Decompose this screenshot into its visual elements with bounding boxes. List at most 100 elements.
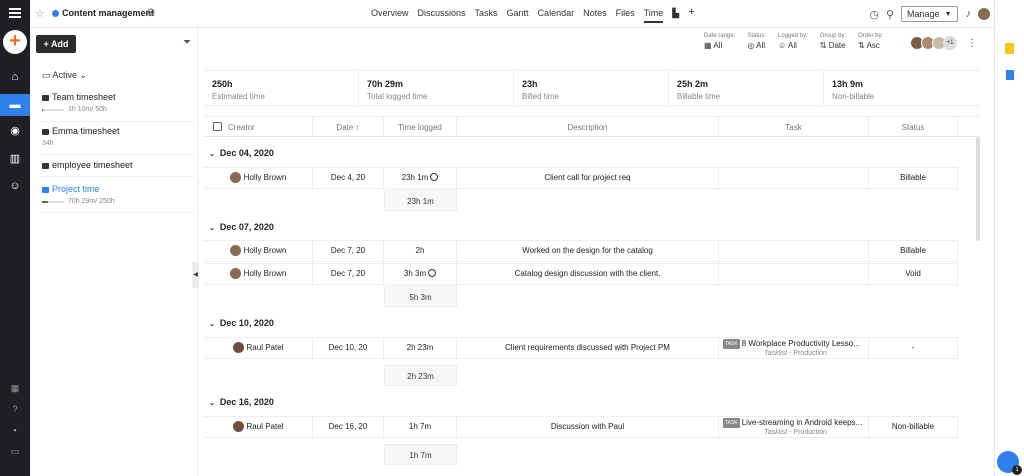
order-by-filter[interactable]: Order by: ⇅ Asc [858,33,883,50]
left-rail: + ⌂ ▬ ◉ ▥ ☺ ▦ ? ▪ ▭ [0,0,30,476]
timesheet-name: Team timesheet [52,92,116,102]
timesheet-panel: + Add ⏷ ▭ Active ⌄ Team timesheet 1h 10m… [30,28,198,476]
task-link[interactable]: TASK 8 Workplace Productivity Lesso... Ta… [719,338,869,360]
tab-discussions[interactable]: Discussions [418,8,466,23]
date-range-filter[interactable]: Date range: ▦ All [704,33,735,50]
column-task[interactable]: Task [719,117,869,138]
projects-folder-icon[interactable]: ▬ [0,94,30,116]
chevron-down-icon: ⌄ [209,225,215,232]
add-label: Add [50,39,69,49]
time-log-table: ⌄ Dec 04, 2020 Holly Brown Dec 4, 20 23h … [204,137,980,476]
column-status[interactable]: Status [869,117,958,138]
timesheet-item-team[interactable]: Team timesheet 1h 10m/ 50h [40,92,194,122]
timer-icon[interactable]: ◷ [869,8,879,21]
select-all-checkbox[interactable] [213,122,222,131]
timer-icon[interactable] [430,173,439,181]
sort-up-icon: ↑ [355,123,360,132]
timesheet-item-project-time[interactable]: Project time 70h 29m/ 250h [40,184,194,213]
project-title[interactable]: Content management [62,8,154,18]
reports-chart-icon[interactable]: ▥ [0,148,30,170]
tab-gantt[interactable]: Gantt [507,8,529,23]
member-avatars[interactable]: +1 [910,36,957,50]
stat-total-logged: 70h 29m Total logged time [359,71,514,105]
task-tag: TASK [723,339,740,349]
people-icon[interactable]: ☺ [0,175,30,197]
group-header[interactable]: ⌄ Dec 07, 2020 [209,222,274,232]
avatar [229,245,241,256]
more-members-count: +1 [943,36,957,50]
scrollbar[interactable] [976,137,980,241]
group-subtotal: 23h 1m [384,190,457,211]
column-creator[interactable]: Creator [204,117,313,138]
timer-icon[interactable] [428,269,437,277]
stat-non-billable: 13h 9m Non-billable [832,79,875,101]
column-description[interactable]: Description [457,117,719,138]
column-time-logged[interactable]: Time logged [384,117,457,138]
column-date[interactable]: Date ↑ [313,117,384,138]
chevron-down-icon: ⌄ [209,151,215,158]
avatar [232,421,244,432]
group-by-filter[interactable]: Group by: ⇅ Date [820,33,846,50]
collapse-panel-toggle[interactable]: ◀ [192,262,199,288]
group-subtotal: 2h 23m [384,365,457,386]
chat-icon[interactable]: ▪ [0,419,30,441]
timesheet-sub: 70h 29m/ 250h [68,198,115,205]
group-subtotal: 5h 3m [384,286,457,307]
desktop-icon[interactable]: ▭ [0,440,30,462]
stat-estimated: 250h Estimated time [204,71,359,105]
menu-icon[interactable] [9,8,21,18]
filter-bar: Date range: ▦ All Status: ◎ All Logged by:… [704,33,895,50]
top-bar: ☆ Content management ⚙ Overview Discussi… [30,0,994,28]
tab-files[interactable]: Files [616,8,635,23]
help-icon[interactable]: ? [0,398,30,420]
notes-icon[interactable] [1005,43,1014,54]
table-row[interactable]: Raul Patel Dec 16, 20 1h 7m Discussion w… [204,416,958,439]
create-new-button[interactable]: + [3,30,27,54]
timesheet-item-emma[interactable]: Emma timesheet 34h [40,126,194,155]
project-settings-icon[interactable]: ⚙ [146,6,156,19]
active-filter-dropdown[interactable]: ▭ Active ⌄ [42,70,87,81]
tab-time[interactable]: Time [643,8,664,23]
avatar[interactable] [978,8,990,20]
active-filter-label: Active [52,70,78,80]
filter-icon[interactable]: ⏷ [183,37,191,48]
status-filter[interactable]: Status: ◎ All [747,33,766,50]
group-header[interactable]: ⌄ Dec 10, 2020 [209,318,274,328]
tab-tasks[interactable]: Tasks [475,8,498,23]
app-root: + ⌂ ▬ ◉ ▥ ☺ ▦ ? ▪ ▭ ☆ Content management… [0,0,1024,476]
table-row[interactable]: Holly Brown Dec 7, 20 2h Worked on the d… [204,240,958,263]
tab-calendar[interactable]: Calendar [538,8,575,23]
reports-chart-icon[interactable]: ▙ [672,8,679,23]
group-header[interactable]: ⌄ Dec 04, 2020 [209,148,274,158]
table-row[interactable]: Raul Patel Dec 10, 20 2h 23m Client requ… [204,337,958,360]
star-icon[interactable]: ☆ [35,7,45,20]
task-link[interactable]: TASK Live-streaming in Android keeps... T… [719,417,869,439]
timesheet-name: Emma timesheet [52,126,120,136]
keyboard-icon[interactable]: ▦ [0,377,30,399]
bookmark-icon[interactable] [1006,70,1014,80]
bell-icon[interactable]: ♪ [966,8,972,20]
home-icon[interactable]: ⌂ [0,66,30,88]
table-row[interactable]: Holly Brown Dec 7, 20 3h 3m Catalog desi… [204,263,958,286]
project-color-dot [52,10,59,17]
timesheet-name: Project time [52,184,100,194]
timesheet-name: employee timesheet [52,160,133,170]
search-icon[interactable]: ⚲ [886,8,894,21]
stat-billed: 23h Billed time [514,71,669,105]
progress-bar [42,200,64,203]
tab-overview[interactable]: Overview [371,8,409,23]
manage-label: Manage [907,9,940,19]
timesheet-item-employee[interactable]: employee timesheet [40,160,194,177]
logged-by-filter[interactable]: Logged by: ☺ All [778,33,808,50]
more-options-icon[interactable]: ⋮ [967,38,977,49]
timesheet-sub: 1h 10m/ 50h [68,106,107,113]
manage-dropdown[interactable]: Manage ▼ [901,6,958,22]
avatar [229,268,241,279]
globe-icon[interactable]: ◉ [0,120,30,142]
group-header[interactable]: ⌄ Dec 16, 2020 [209,397,274,407]
tab-notes[interactable]: Notes [583,8,607,23]
notification-badge: 1 [1012,465,1022,475]
add-timesheet-button[interactable]: + Add [36,35,76,53]
table-row[interactable]: Holly Brown Dec 4, 20 23h 1m Client call… [204,167,958,190]
add-tab-icon[interactable]: + [688,6,694,23]
